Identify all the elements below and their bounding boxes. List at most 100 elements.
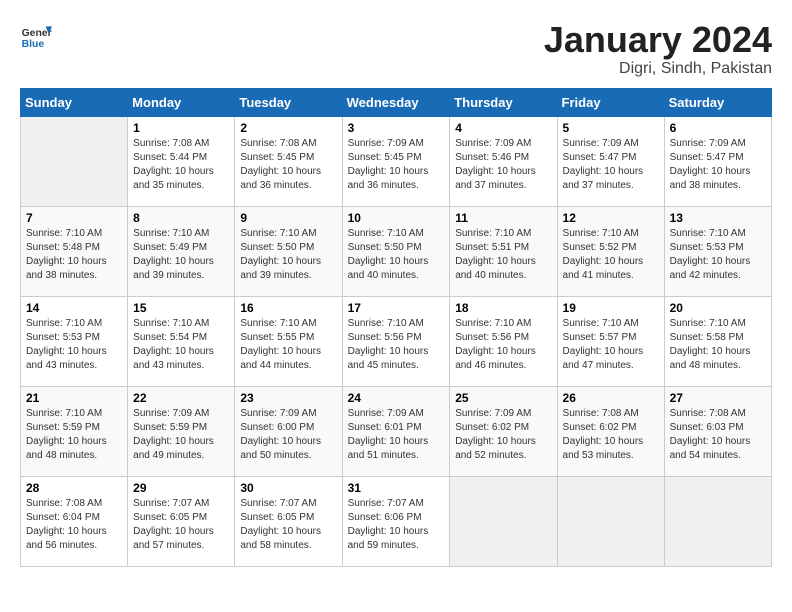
calendar-cell: 22 Sunrise: 7:09 AMSunset: 5:59 PMDayligh… bbox=[128, 386, 235, 476]
day-info: Sunrise: 7:10 AMSunset: 5:52 PMDaylight:… bbox=[563, 228, 644, 281]
day-number: 20 bbox=[670, 301, 766, 315]
day-number: 21 bbox=[26, 391, 122, 405]
day-number: 23 bbox=[240, 391, 336, 405]
header-sunday: Sunday bbox=[21, 88, 128, 116]
day-info: Sunrise: 7:09 AMSunset: 6:00 PMDaylight:… bbox=[240, 408, 321, 461]
day-info: Sunrise: 7:07 AMSunset: 6:05 PMDaylight:… bbox=[240, 498, 321, 551]
calendar-cell bbox=[450, 476, 557, 566]
day-number: 19 bbox=[563, 301, 659, 315]
calendar-week-5: 28 Sunrise: 7:08 AMSunset: 6:04 PMDayligh… bbox=[21, 476, 772, 566]
day-number: 3 bbox=[348, 121, 445, 135]
calendar-cell: 12 Sunrise: 7:10 AMSunset: 5:52 PMDayligh… bbox=[557, 206, 664, 296]
day-info: Sunrise: 7:08 AMSunset: 5:44 PMDaylight:… bbox=[133, 138, 214, 191]
day-info: Sunrise: 7:07 AMSunset: 6:05 PMDaylight:… bbox=[133, 498, 214, 551]
calendar-header-row: SundayMondayTuesdayWednesdayThursdayFrid… bbox=[21, 88, 772, 116]
day-info: Sunrise: 7:10 AMSunset: 5:56 PMDaylight:… bbox=[348, 318, 429, 371]
calendar-table: SundayMondayTuesdayWednesdayThursdayFrid… bbox=[20, 88, 772, 567]
calendar-cell: 21 Sunrise: 7:10 AMSunset: 5:59 PMDayligh… bbox=[21, 386, 128, 476]
calendar-cell: 29 Sunrise: 7:07 AMSunset: 6:05 PMDayligh… bbox=[128, 476, 235, 566]
calendar-cell: 15 Sunrise: 7:10 AMSunset: 5:54 PMDayligh… bbox=[128, 296, 235, 386]
day-info: Sunrise: 7:10 AMSunset: 5:51 PMDaylight:… bbox=[455, 228, 536, 281]
day-info: Sunrise: 7:09 AMSunset: 5:45 PMDaylight:… bbox=[348, 138, 429, 191]
calendar-week-3: 14 Sunrise: 7:10 AMSunset: 5:53 PMDayligh… bbox=[21, 296, 772, 386]
day-info: Sunrise: 7:08 AMSunset: 5:45 PMDaylight:… bbox=[240, 138, 321, 191]
day-number: 27 bbox=[670, 391, 766, 405]
day-info: Sunrise: 7:09 AMSunset: 6:01 PMDaylight:… bbox=[348, 408, 429, 461]
day-number: 5 bbox=[563, 121, 659, 135]
day-info: Sunrise: 7:09 AMSunset: 5:46 PMDaylight:… bbox=[455, 138, 536, 191]
header-tuesday: Tuesday bbox=[235, 88, 342, 116]
calendar-cell: 20 Sunrise: 7:10 AMSunset: 5:58 PMDayligh… bbox=[664, 296, 771, 386]
calendar-cell: 2 Sunrise: 7:08 AMSunset: 5:45 PMDaylight… bbox=[235, 116, 342, 206]
header-saturday: Saturday bbox=[664, 88, 771, 116]
location-subtitle: Digri, Sindh, Pakistan bbox=[544, 60, 772, 78]
day-number: 12 bbox=[563, 211, 659, 225]
day-number: 30 bbox=[240, 481, 336, 495]
day-number: 1 bbox=[133, 121, 229, 135]
title-block: January 2024 Digri, Sindh, Pakistan bbox=[544, 20, 772, 78]
header-thursday: Thursday bbox=[450, 88, 557, 116]
day-number: 8 bbox=[133, 211, 229, 225]
day-number: 10 bbox=[348, 211, 445, 225]
calendar-cell: 16 Sunrise: 7:10 AMSunset: 5:55 PMDayligh… bbox=[235, 296, 342, 386]
calendar-cell bbox=[557, 476, 664, 566]
day-info: Sunrise: 7:10 AMSunset: 5:57 PMDaylight:… bbox=[563, 318, 644, 371]
calendar-cell: 4Sunrise: 7:09 AMSunset: 5:46 PMDaylight… bbox=[450, 116, 557, 206]
calendar-cell: 28 Sunrise: 7:08 AMSunset: 6:04 PMDayligh… bbox=[21, 476, 128, 566]
day-info: Sunrise: 7:09 AMSunset: 5:59 PMDaylight:… bbox=[133, 408, 214, 461]
day-number: 14 bbox=[26, 301, 122, 315]
day-number: 6 bbox=[670, 121, 766, 135]
day-number: 11 bbox=[455, 211, 551, 225]
calendar-cell: 14 Sunrise: 7:10 AMSunset: 5:53 PMDayligh… bbox=[21, 296, 128, 386]
day-number: 28 bbox=[26, 481, 122, 495]
calendar-cell: 7Sunrise: 7:10 AMSunset: 5:48 PMDaylight… bbox=[21, 206, 128, 296]
day-number: 13 bbox=[670, 211, 766, 225]
day-info: Sunrise: 7:10 AMSunset: 5:58 PMDaylight:… bbox=[670, 318, 751, 371]
day-number: 24 bbox=[348, 391, 445, 405]
day-info: Sunrise: 7:10 AMSunset: 5:54 PMDaylight:… bbox=[133, 318, 214, 371]
day-number: 22 bbox=[133, 391, 229, 405]
calendar-cell: 23 Sunrise: 7:09 AMSunset: 6:00 PMDayligh… bbox=[235, 386, 342, 476]
day-info: Sunrise: 7:09 AMSunset: 5:47 PMDaylight:… bbox=[563, 138, 644, 191]
calendar-cell: 30 Sunrise: 7:07 AMSunset: 6:05 PMDayligh… bbox=[235, 476, 342, 566]
calendar-week-1: 1 Sunrise: 7:08 AMSunset: 5:44 PMDaylight… bbox=[21, 116, 772, 206]
day-number: 17 bbox=[348, 301, 445, 315]
day-info: Sunrise: 7:10 AMSunset: 5:53 PMDaylight:… bbox=[670, 228, 751, 281]
calendar-cell: 18 Sunrise: 7:10 AMSunset: 5:56 PMDayligh… bbox=[450, 296, 557, 386]
calendar-cell: 8 Sunrise: 7:10 AMSunset: 5:49 PMDaylight… bbox=[128, 206, 235, 296]
day-info: Sunrise: 7:10 AMSunset: 5:48 PMDaylight:… bbox=[26, 228, 107, 281]
logo-icon: General Blue bbox=[20, 20, 52, 52]
calendar-cell: 1 Sunrise: 7:08 AMSunset: 5:44 PMDaylight… bbox=[128, 116, 235, 206]
calendar-cell: 10Sunrise: 7:10 AMSunset: 5:50 PMDayligh… bbox=[342, 206, 450, 296]
calendar-cell: 19 Sunrise: 7:10 AMSunset: 5:57 PMDayligh… bbox=[557, 296, 664, 386]
day-number: 25 bbox=[455, 391, 551, 405]
calendar-cell bbox=[664, 476, 771, 566]
day-info: Sunrise: 7:10 AMSunset: 5:59 PMDaylight:… bbox=[26, 408, 107, 461]
page-header: General Blue January 2024 Digri, Sindh, … bbox=[20, 20, 772, 78]
day-number: 18 bbox=[455, 301, 551, 315]
calendar-cell: 5 Sunrise: 7:09 AMSunset: 5:47 PMDaylight… bbox=[557, 116, 664, 206]
calendar-cell: 3 Sunrise: 7:09 AMSunset: 5:45 PMDaylight… bbox=[342, 116, 450, 206]
day-number: 15 bbox=[133, 301, 229, 315]
day-number: 29 bbox=[133, 481, 229, 495]
calendar-cell: 11 Sunrise: 7:10 AMSunset: 5:51 PMDayligh… bbox=[450, 206, 557, 296]
day-info: Sunrise: 7:09 AMSunset: 5:47 PMDaylight:… bbox=[670, 138, 751, 191]
day-info: Sunrise: 7:08 AMSunset: 6:04 PMDaylight:… bbox=[26, 498, 107, 551]
day-info: Sunrise: 7:09 AMSunset: 6:02 PMDaylight:… bbox=[455, 408, 536, 461]
calendar-cell: 6 Sunrise: 7:09 AMSunset: 5:47 PMDaylight… bbox=[664, 116, 771, 206]
day-number: 16 bbox=[240, 301, 336, 315]
day-number: 2 bbox=[240, 121, 336, 135]
day-info: Sunrise: 7:10 AMSunset: 5:49 PMDaylight:… bbox=[133, 228, 214, 281]
day-info: Sunrise: 7:08 AMSunset: 6:03 PMDaylight:… bbox=[670, 408, 751, 461]
calendar-cell: 13 Sunrise: 7:10 AMSunset: 5:53 PMDayligh… bbox=[664, 206, 771, 296]
calendar-week-4: 21 Sunrise: 7:10 AMSunset: 5:59 PMDayligh… bbox=[21, 386, 772, 476]
day-info: Sunrise: 7:10 AMSunset: 5:53 PMDaylight:… bbox=[26, 318, 107, 371]
calendar-week-2: 7Sunrise: 7:10 AMSunset: 5:48 PMDaylight… bbox=[21, 206, 772, 296]
calendar-cell: 24 Sunrise: 7:09 AMSunset: 6:01 PMDayligh… bbox=[342, 386, 450, 476]
day-info: Sunrise: 7:10 AMSunset: 5:55 PMDaylight:… bbox=[240, 318, 321, 371]
day-number: 26 bbox=[563, 391, 659, 405]
day-info: Sunrise: 7:10 AMSunset: 5:56 PMDaylight:… bbox=[455, 318, 536, 371]
day-info: Sunrise: 7:07 AMSunset: 6:06 PMDaylight:… bbox=[348, 498, 429, 551]
calendar-cell bbox=[21, 116, 128, 206]
day-info: Sunrise: 7:08 AMSunset: 6:02 PMDaylight:… bbox=[563, 408, 644, 461]
